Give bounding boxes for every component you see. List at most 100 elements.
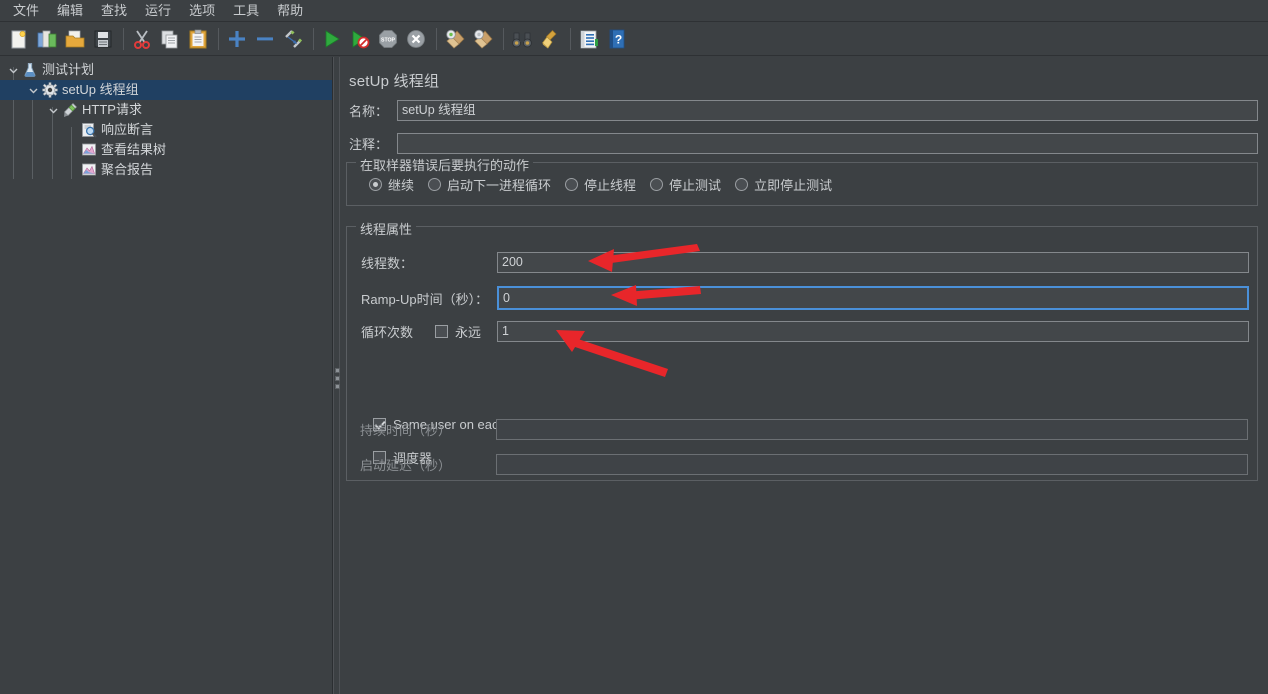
threads-row: 线程数： 200 <box>361 252 1251 273</box>
clear-all-button[interactable] <box>470 26 496 52</box>
tree-node-response-assertion[interactable]: 响应断言 <box>0 120 332 140</box>
new-document-button[interactable] <box>6 26 32 52</box>
name-input[interactable]: setUp 线程组 <box>397 100 1258 121</box>
stop-sign-icon: STOP <box>379 30 397 48</box>
tree-node-aggregate-report[interactable]: 聚合报告 <box>0 160 332 180</box>
threads-label: 线程数： <box>361 256 414 271</box>
menu-file[interactable]: 文件 <box>4 1 48 21</box>
reset-search-button[interactable] <box>537 26 563 52</box>
menu-options[interactable]: 选项 <box>180 1 224 21</box>
cut-button[interactable] <box>129 26 155 52</box>
toolbar-separator <box>123 28 124 50</box>
startup-delay-label: 启动延迟（秒） <box>360 458 452 473</box>
splitter-dot <box>335 376 340 381</box>
menu-run[interactable]: 运行 <box>136 1 180 21</box>
radio-label: 停止线程 <box>584 178 637 193</box>
aggregate-report-chart-icon <box>80 161 98 179</box>
start-button[interactable] <box>319 26 345 52</box>
radio-label: 启动下一进程循环 <box>447 178 552 193</box>
copy-button[interactable] <box>157 26 183 52</box>
splitter-dot <box>335 368 340 373</box>
thread-properties-group: 线程属性 线程数： 200 Ramp-Up时间（秒）： 0 循环次数 永远 1 <box>346 219 1258 481</box>
start-no-pauses-button[interactable] <box>347 26 373 52</box>
gear-icon <box>41 81 59 99</box>
tree-node-label: setUp 线程组 <box>62 82 139 97</box>
radio-continue[interactable]: 继续 <box>369 175 414 194</box>
menu-edit[interactable]: 编辑 <box>48 1 92 21</box>
clear-all-broom-icon <box>474 29 493 49</box>
jmeter-window: 文件 编辑 查找 运行 选项 工具 帮助 STOP ? 测试计划 setUp 线… <box>0 0 1268 694</box>
tree-node-view-results-tree[interactable]: 查看结果树 <box>0 140 332 160</box>
templates-button[interactable] <box>34 26 60 52</box>
menu-help[interactable]: 帮助 <box>268 1 312 21</box>
stop-button[interactable]: STOP <box>375 26 401 52</box>
duration-input[interactable] <box>496 419 1248 440</box>
svg-text:STOP: STOP <box>381 37 396 43</box>
panel-splitter[interactable] <box>333 57 340 694</box>
radio-label: 立即停止测试 <box>754 178 833 193</box>
reset-broom-icon <box>542 30 557 49</box>
toggle-button[interactable] <box>280 26 306 52</box>
menu-search[interactable]: 查找 <box>92 1 136 21</box>
clear-button[interactable] <box>442 26 468 52</box>
tree-node-setup-thread-group[interactable]: setUp 线程组 <box>0 80 332 100</box>
chevron-down-icon[interactable] <box>45 102 61 118</box>
open-file-button[interactable] <box>62 26 88 52</box>
comment-row: 注释： <box>349 133 1260 154</box>
error-action-group-title: 在取样器错误后要执行的动作 <box>356 155 534 174</box>
collapse-all-button[interactable] <box>252 26 278 52</box>
menu-bar: 文件 编辑 查找 运行 选项 工具 帮助 <box>0 0 1268 22</box>
menu-tools[interactable]: 工具 <box>224 1 268 21</box>
splitter-grip[interactable] <box>335 368 340 389</box>
radio-indicator <box>369 178 382 191</box>
toggle-pencil-icon <box>285 30 303 48</box>
chevron-down-icon[interactable] <box>5 62 21 78</box>
checkbox-indicator <box>435 325 448 338</box>
rampup-input[interactable]: 0 <box>497 286 1249 310</box>
expand-all-button[interactable] <box>224 26 250 52</box>
http-request-pen-icon <box>61 101 79 119</box>
radio-stop-thread[interactable]: 停止线程 <box>565 175 636 194</box>
rampup-row: Ramp-Up时间（秒）： 0 <box>361 286 1251 310</box>
forever-label: 永远 <box>455 325 482 340</box>
radio-start-next-loop[interactable]: 启动下一进程循环 <box>428 175 551 194</box>
save-floppy-icon <box>94 30 112 48</box>
test-plan-flask-icon <box>21 61 39 79</box>
chevron-down-icon[interactable] <box>25 82 41 98</box>
shutdown-button[interactable] <box>403 26 429 52</box>
splitter-dot <box>335 384 340 389</box>
page-title: setUp 线程组 <box>349 73 440 90</box>
toolbar-separator <box>313 28 314 50</box>
search-button[interactable] <box>509 26 535 52</box>
function-helper-button[interactable] <box>576 26 602 52</box>
startup-delay-input[interactable] <box>496 454 1248 475</box>
search-binoculars-icon <box>512 32 532 48</box>
cut-scissors-icon <box>134 30 150 49</box>
loops-input[interactable]: 1 <box>497 321 1249 342</box>
comment-input[interactable] <box>397 133 1258 154</box>
radio-stop-test[interactable]: 停止测试 <box>650 175 721 194</box>
tree-node-http-request[interactable]: HTTP请求 <box>0 100 332 120</box>
paste-button[interactable] <box>185 26 211 52</box>
save-button[interactable] <box>90 26 116 52</box>
radio-indicator <box>428 178 442 191</box>
test-plan-tree[interactable]: 测试计划 setUp 线程组 HTTP请求 响应断言 查看结果树 聚合报告 <box>0 57 333 694</box>
templates-icon <box>37 30 57 48</box>
startup-delay-row: 启动延迟（秒） <box>360 454 1260 475</box>
toolbar: STOP ? <box>0 23 1268 56</box>
plus-expand-icon <box>229 31 245 47</box>
assertion-magnifier-icon <box>80 121 98 139</box>
error-action-group: 在取样器错误后要执行的动作 继续 启动下一进程循环 停止线程 停止测试 立即停止… <box>346 155 1258 206</box>
loops-label: 循环次数 <box>361 325 414 340</box>
minus-collapse-icon <box>257 37 273 41</box>
radio-stop-test-now[interactable]: 立即停止测试 <box>735 175 832 194</box>
tree-node-test-plan[interactable]: 测试计划 <box>0 60 332 80</box>
shutdown-icon <box>407 30 425 48</box>
help-button[interactable]: ? <box>604 26 630 52</box>
new-document-icon <box>11 30 26 49</box>
forever-checkbox[interactable]: 永远 <box>435 322 497 341</box>
threads-input[interactable]: 200 <box>497 252 1249 273</box>
radio-label: 继续 <box>388 178 415 193</box>
